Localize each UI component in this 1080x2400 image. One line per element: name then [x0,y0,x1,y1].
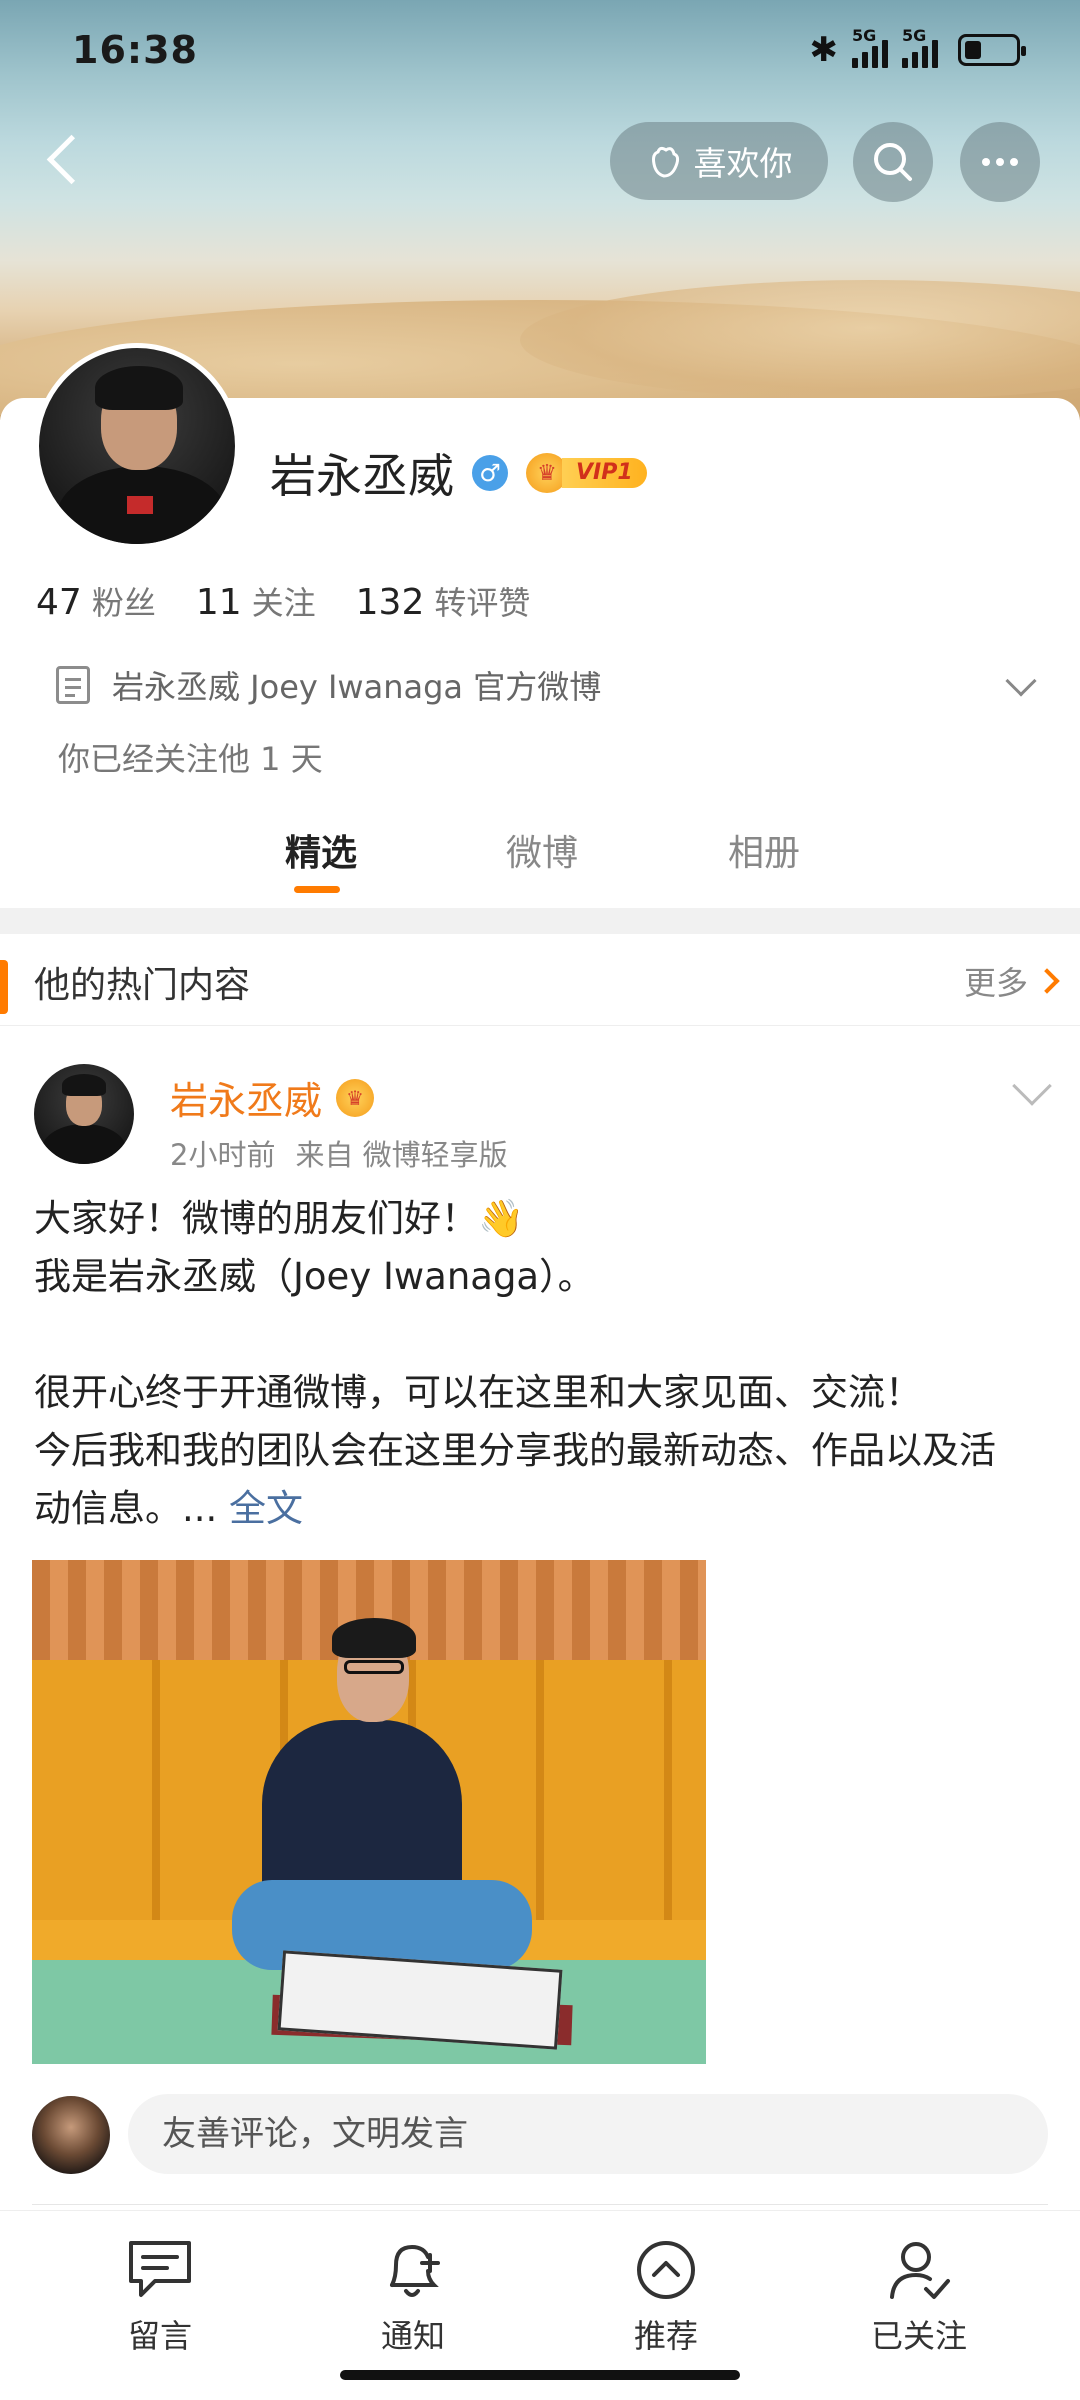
bluetooth-icon: ✱ [809,30,839,70]
male-gender-icon: ♂ [472,455,508,491]
comment-input[interactable]: 友善评论，文明发言 [128,2094,1048,2174]
post-line: 今后我和我的团队会在这里分享我的最新动态、作品以及活 [34,1429,996,1472]
like-button[interactable]: 喜欢你 [610,122,828,200]
signal-label-2: 5G [902,26,927,45]
post-line: 大家好！微博的朋友们好！👋 [34,1197,525,1240]
follow-duration: 你已经关注他 1 天 [58,740,323,778]
more-button[interactable] [960,122,1040,202]
chevron-right-icon[interactable] [1034,968,1060,994]
section-divider [0,908,1080,934]
profile-name-row: 岩永丞威 ♂ ♛ VIP1 [270,440,647,506]
status-bar: 16:38 ✱ 5G 5G [0,0,1080,100]
stat-following-label: 关注 [251,584,316,622]
post-line-last: 动信息。... 全文 [34,1480,1054,1538]
profile-description: 岩永丞威 Joey Iwanaga 官方微博 [112,668,602,706]
post-time: 2小时前 [170,1138,276,1172]
home-indicator[interactable] [340,2370,740,2380]
nav-following-label: 已关注 [870,2317,967,2355]
stat-reposts-count: 132 [355,582,425,623]
stat-following[interactable]: 11 关注 [196,578,316,624]
top-nav: 喜欢你 [0,118,1080,202]
nav-notify[interactable]: 通知 [333,2237,493,2357]
more-dots-icon [982,158,1018,166]
bell-plus-icon [390,2244,440,2297]
post-meta: 2小时前 来自 微博轻享版 [170,1132,528,1174]
nav-message[interactable]: 留言 [80,2237,240,2357]
post-author-avatar[interactable] [34,1064,134,1164]
my-avatar [32,2096,110,2174]
tab-featured[interactable]: 精选 [285,824,357,876]
back-button[interactable] [34,130,94,190]
profile-name: 岩永丞威 [270,449,454,503]
signal-label-1: 5G [852,26,877,45]
like-label: 喜欢你 [693,144,793,183]
search-button[interactable] [853,122,933,202]
battery-icon [958,34,1026,66]
full-text-link[interactable]: 全文 [229,1487,303,1530]
divider [32,2204,1048,2205]
nav-recommend-label: 推荐 [633,2317,698,2355]
stat-followers[interactable]: 47 粉丝 [36,578,156,624]
section-accent [0,960,8,1014]
nav-recommend[interactable]: 推荐 [586,2237,746,2357]
nav-notify-label: 通知 [380,2317,445,2355]
tab-weibo[interactable]: 微博 [506,824,578,876]
hot-content-title: 他的热门内容 [34,965,251,1006]
post-photo[interactable] [32,1560,706,2064]
stat-reposts-label: 转评赞 [434,584,531,622]
hand-heart-icon [651,146,679,178]
stat-followers-label: 粉丝 [91,584,156,622]
status-icons: ✱ 5G 5G [809,26,1026,70]
chevron-down-icon[interactable] [1005,665,1037,697]
hot-content-header: 他的热门内容 更多 [0,934,1080,1026]
stat-following-count: 11 [195,582,242,623]
vip-crown-icon: ♛ [336,1078,375,1117]
vip-badge[interactable]: ♛ VIP1 [526,453,647,493]
arrow-up-circle-icon [637,2241,695,2299]
post-line: 很开心终于开通微博，可以在这里和大家见面、交流！ [34,1371,922,1414]
message-icon [129,2241,191,2297]
nav-following[interactable]: 已关注 [839,2237,999,2357]
active-tab-indicator [294,886,340,893]
search-icon [874,143,912,181]
profile-stats: 47 粉丝 11 关注 132 转评赞 [36,578,530,624]
tab-album[interactable]: 相册 [728,824,800,876]
stat-followers-count: 47 [36,582,82,623]
profile-tabs: 精选 微博 相册 [0,800,1080,900]
stat-reposts-likes[interactable]: 132 转评赞 [356,578,531,624]
post-line-blank [34,1306,1054,1364]
profile-avatar[interactable] [34,343,240,549]
signal-icon-1: 5G [852,26,888,68]
user-check-icon [890,2242,950,2299]
more-link[interactable]: 更多 [964,958,1028,1004]
signal-icon-2: 5G [902,26,938,68]
document-icon [56,666,90,704]
status-time: 16:38 [72,28,198,72]
comment-row: 友善评论，文明发言 [32,2092,1048,2176]
nav-message-label: 留言 [127,2317,192,2355]
vip-level: VIP1 [562,458,647,488]
profile-description-row[interactable]: 岩永丞威 Joey Iwanaga 官方微博 [56,660,1046,710]
post-source: 来自 微博轻享版 [295,1138,508,1172]
post-author-row: 岩永丞威 ♛ [170,1070,375,1125]
post-author-name[interactable]: 岩永丞威 [170,1070,322,1125]
post-line: 我是岩永丞威（Joey Iwanaga）。 [34,1255,595,1298]
post-options-chevron-icon[interactable] [1012,1066,1052,1106]
post-line: 动信息。... [34,1487,230,1530]
post-text[interactable]: 大家好！微博的朋友们好！👋 我是岩永丞威（Joey Iwanaga）。 很开心终… [34,1190,1054,1538]
